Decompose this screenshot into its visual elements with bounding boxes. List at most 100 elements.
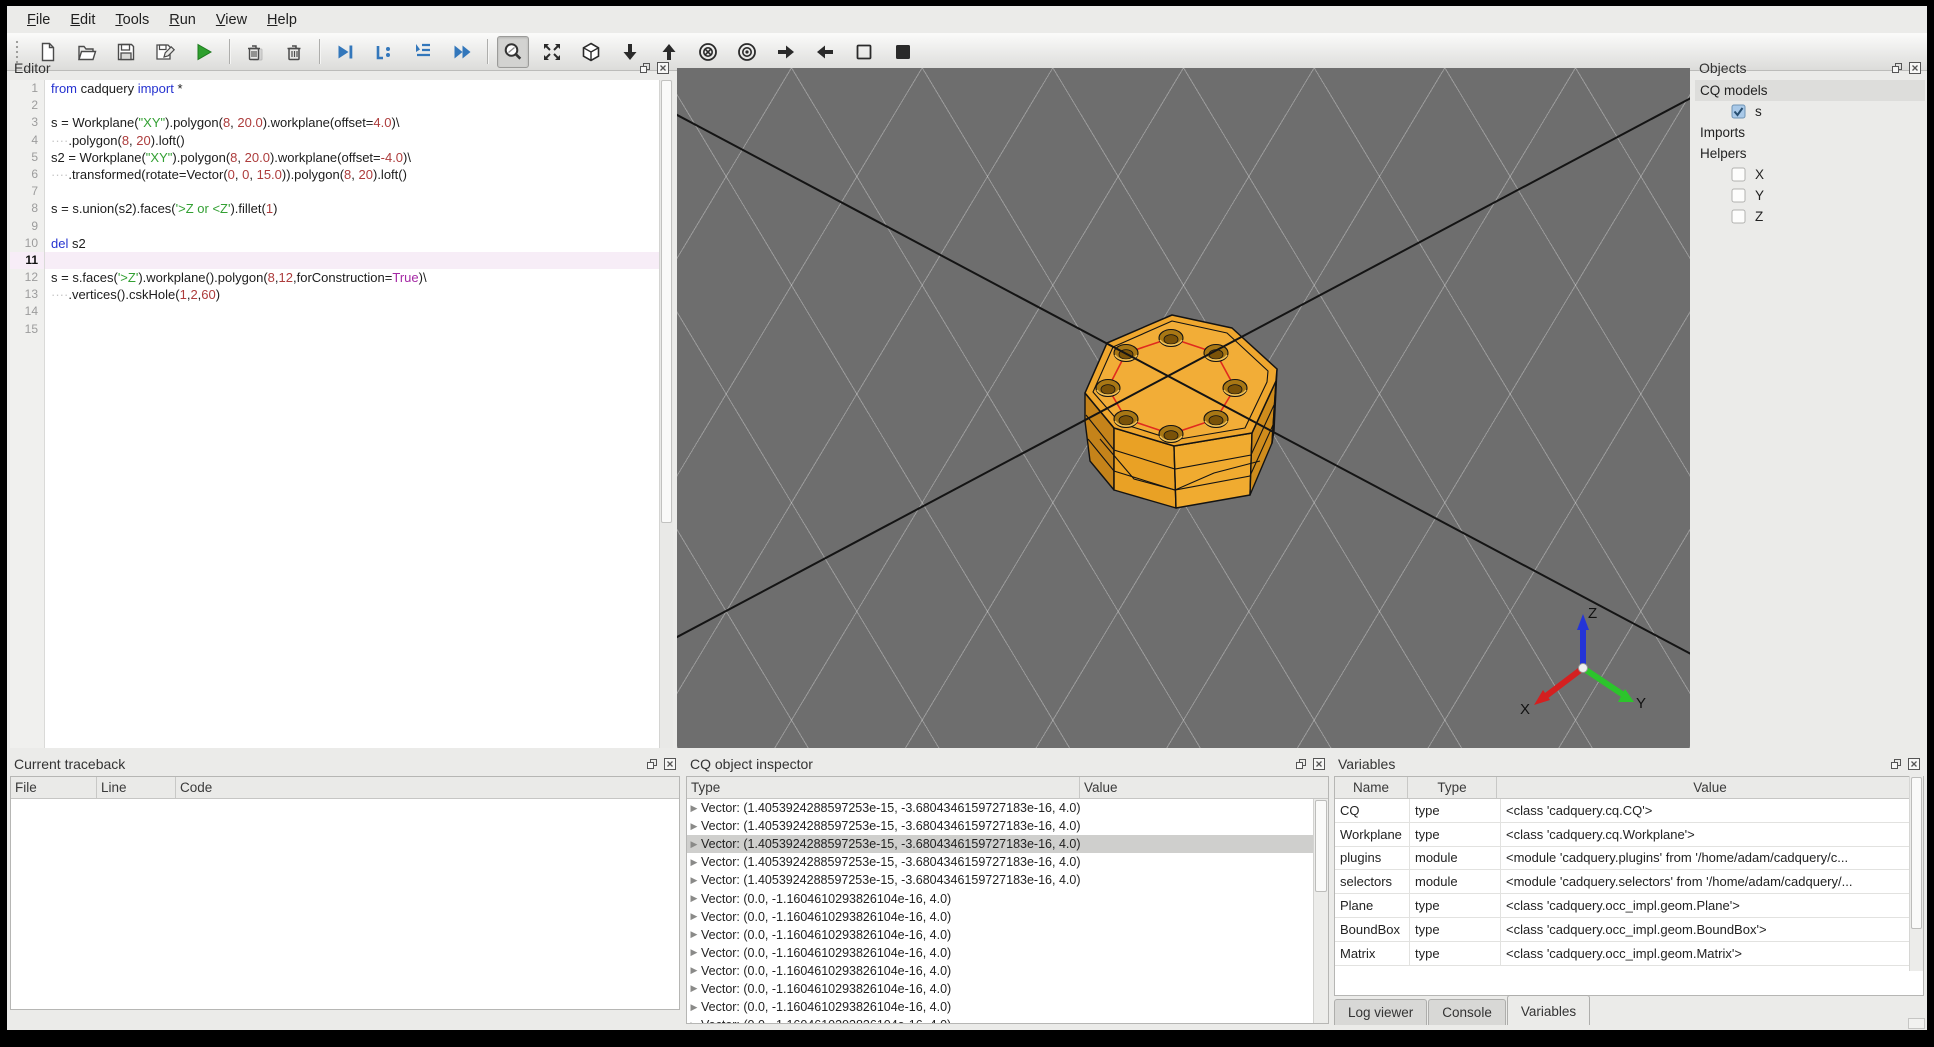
- close-panel-icon[interactable]: [1908, 61, 1922, 75]
- inspector-row[interactable]: ▶Vector: (0.0, -1.1604610293826104e-16, …: [687, 908, 1313, 926]
- inspector-scrollbar[interactable]: [1313, 799, 1328, 1023]
- close-panel-icon[interactable]: [663, 757, 677, 771]
- inspector-row[interactable]: ▶Vector: (0.0, -1.1604610293826104e-16, …: [687, 926, 1313, 944]
- code-line-3[interactable]: s = Workplane("XY").polygon(8, 20.0).wor…: [45, 114, 659, 131]
- close-panel-icon[interactable]: [1312, 757, 1326, 771]
- inspector-row[interactable]: ▶Vector: (0.0, -1.1604610293826104e-16, …: [687, 980, 1313, 998]
- expand-arrow-icon[interactable]: ▶: [687, 839, 701, 850]
- inspector-row[interactable]: ▶Vector: (0.0, -1.1604610293826104e-16, …: [687, 962, 1313, 980]
- menu-help[interactable]: Help: [257, 9, 307, 31]
- expand-arrow-icon[interactable]: ▶: [687, 857, 701, 868]
- variables-col-value[interactable]: Value: [1497, 777, 1923, 798]
- expand-arrow-icon[interactable]: ▶: [687, 911, 701, 922]
- menu-tools[interactable]: Tools: [105, 9, 159, 31]
- tree-s[interactable]: s: [1695, 101, 1925, 122]
- expand-arrow-icon[interactable]: ▶: [687, 965, 701, 976]
- checkbox-icon[interactable]: [1731, 104, 1746, 119]
- checkbox-icon[interactable]: [1731, 209, 1746, 224]
- menu-edit[interactable]: Edit: [60, 9, 105, 31]
- view-left-icon[interactable]: [809, 36, 841, 68]
- float-panel-icon[interactable]: [1890, 61, 1904, 75]
- variables-scrollbar-thumb[interactable]: [1911, 777, 1922, 929]
- code-line-11[interactable]: [45, 251, 659, 270]
- variable-row[interactable]: Matrix type <class 'cadquery.occ_impl.geom…: [1335, 941, 1923, 966]
- inspector-col-value[interactable]: Value: [1080, 777, 1328, 798]
- tab-variables[interactable]: Variables: [1506, 995, 1591, 1025]
- tab-console[interactable]: Console: [1428, 999, 1506, 1025]
- inspector-row[interactable]: ▶Vector: (0.0, -1.1604610293826104e-16, …: [687, 944, 1313, 962]
- tree-imports[interactable]: Imports: [1695, 122, 1925, 143]
- code-editor[interactable]: 1 2 3 4 5 6 7 8 9 10 11 12 13 14 15 from cadquery impo…: [10, 80, 673, 748]
- inspector-row[interactable]: ▶ Vector: (1.4053924288597253e-15, -3.680…: [687, 799, 1313, 817]
- tree-helpers[interactable]: Helpers: [1695, 143, 1925, 164]
- variables-col-type[interactable]: Type: [1408, 777, 1497, 798]
- inspector-row[interactable]: ▶ Vector: (1.4053924288597253e-15, -3.680…: [687, 835, 1313, 854]
- variable-row[interactable]: CQ type <class 'cadquery.cq.CQ'>: [1335, 799, 1923, 823]
- expand-arrow-icon[interactable]: ▶: [687, 947, 701, 958]
- inspector-col-type[interactable]: Type: [687, 777, 1080, 798]
- menu-view[interactable]: View: [206, 9, 257, 31]
- menu-file[interactable]: File: [17, 9, 60, 31]
- editor-scrollbar-thumb[interactable]: [661, 80, 672, 523]
- code-line-5[interactable]: s2 = Workplane("XY").polygon(8, 20.0).wo…: [45, 149, 659, 166]
- float-panel-icon[interactable]: [1294, 757, 1308, 771]
- variable-row[interactable]: BoundBox type <class 'cadquery.occ_impl.ge…: [1335, 917, 1923, 942]
- close-panel-icon[interactable]: [1907, 757, 1921, 771]
- expand-arrow-icon[interactable]: ▶: [687, 821, 701, 832]
- shaded-view-icon[interactable]: [887, 36, 919, 68]
- close-panel-icon[interactable]: [656, 61, 670, 75]
- float-panel-icon[interactable]: [645, 757, 659, 771]
- inspector-row[interactable]: ▶Vector: (0.0, -1.1604610293826104e-16, …: [687, 1016, 1313, 1023]
- expand-arrow-icon[interactable]: ▶: [687, 875, 701, 886]
- float-panel-icon[interactable]: [1889, 757, 1903, 771]
- menu-run[interactable]: Run: [159, 9, 206, 31]
- code-line-8[interactable]: s = s.union(s2).faces('>Z or <Z').fillet…: [45, 200, 659, 217]
- cad-model[interactable]: [1064, 303, 1286, 511]
- variable-row[interactable]: selectors module <module 'cadquery.selecto…: [1335, 870, 1923, 895]
- variable-row[interactable]: Workplane type <class 'cadquery.cq.Workpla…: [1335, 822, 1923, 847]
- inspector-row[interactable]: ▶ Vector: (1.4053924288597253e-15, -3.680…: [687, 871, 1313, 889]
- code-line-10[interactable]: del s2: [45, 235, 659, 252]
- variables-scrollbar[interactable]: [1909, 776, 1923, 971]
- inspector-row[interactable]: ▶ Vector: (1.4053924288597253e-15, -3.680…: [687, 853, 1313, 871]
- editor-scrollbar[interactable]: [659, 80, 673, 748]
- code-line-15[interactable]: [45, 321, 659, 338]
- view-right-icon[interactable]: [770, 36, 802, 68]
- expand-arrow-icon[interactable]: ▶: [687, 893, 701, 904]
- code-line-6[interactable]: ····.transformed(rotate=Vector(0, 0, 15.…: [45, 166, 659, 183]
- expand-arrow-icon[interactable]: ▶: [687, 929, 701, 940]
- tree-y[interactable]: Y: [1695, 185, 1925, 206]
- editor-code-area[interactable]: from cadquery import * s = Workplane("XY"…: [45, 80, 659, 748]
- expand-arrow-icon[interactable]: ▶: [687, 1002, 701, 1013]
- expand-arrow-icon[interactable]: ▶: [687, 803, 701, 814]
- code-line-4[interactable]: ····.polygon(8, 20).loft(): [45, 132, 659, 149]
- view-front-icon[interactable]: [692, 36, 724, 68]
- tree-cq-models[interactable]: CQ models: [1695, 80, 1925, 101]
- code-line-7[interactable]: [45, 183, 659, 200]
- expand-arrow-icon[interactable]: ▶: [687, 1020, 701, 1023]
- traceback-col-line[interactable]: Line: [97, 777, 176, 798]
- code-line-1[interactable]: from cadquery import *: [45, 80, 659, 97]
- expand-arrow-icon[interactable]: ▶: [687, 983, 701, 994]
- inspector-row[interactable]: ▶ Vector: (1.4053924288597253e-15, -3.680…: [687, 817, 1313, 835]
- inspector-row[interactable]: ▶Vector: (0.0, -1.1604610293826104e-16, …: [687, 998, 1313, 1016]
- code-line-13[interactable]: ····.vertices().cskHole(1,2,60): [45, 286, 659, 303]
- inspector-row[interactable]: ▶Vector: (0.0, -1.1604610293826104e-16, …: [687, 889, 1313, 907]
- code-line-14[interactable]: [45, 303, 659, 320]
- inspector-scrollbar-thumb[interactable]: [1315, 800, 1327, 892]
- variable-row[interactable]: plugins module <module 'cadquery.plugins' …: [1335, 846, 1923, 871]
- resize-grip[interactable]: [1908, 1018, 1925, 1029]
- variable-row[interactable]: Plane type <class 'cadquery.occ_impl.geom.…: [1335, 894, 1923, 918]
- code-line-9[interactable]: [45, 218, 659, 235]
- tree-z[interactable]: Z: [1695, 206, 1925, 227]
- code-line-12[interactable]: s = s.faces('>Z').workplane().polygon(8,…: [45, 269, 659, 286]
- checkbox-icon[interactable]: [1731, 167, 1746, 182]
- checkbox-icon[interactable]: [1731, 188, 1746, 203]
- code-line-2[interactable]: [45, 97, 659, 114]
- wireframe-view-icon[interactable]: [848, 36, 880, 68]
- 3d-viewport[interactable]: Z X Y: [677, 68, 1690, 748]
- traceback-col-file[interactable]: File: [11, 777, 97, 798]
- tree-x[interactable]: X: [1695, 164, 1925, 185]
- view-back-icon[interactable]: [731, 36, 763, 68]
- float-panel-icon[interactable]: [638, 61, 652, 75]
